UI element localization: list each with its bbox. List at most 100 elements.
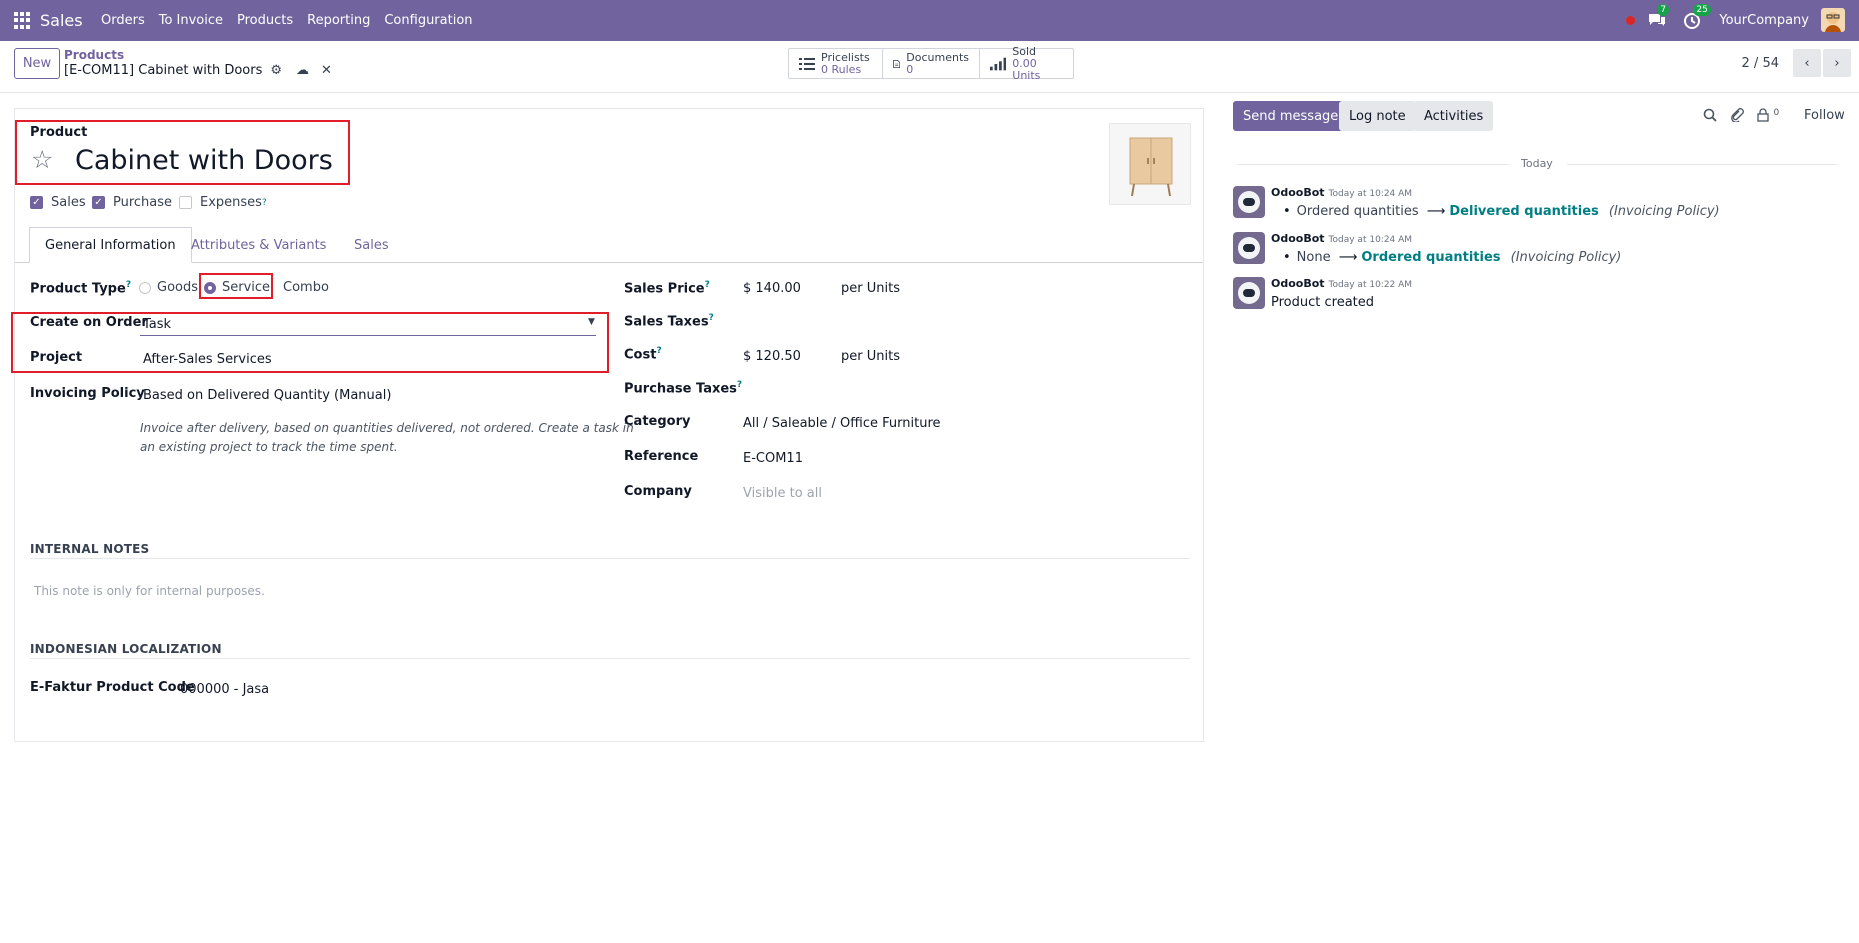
- odoobot-avatar[interactable]: [1233, 186, 1265, 218]
- message-time: Today at 10:24 AM: [1328, 235, 1413, 245]
- help-tooltip-icon[interactable]: ?: [656, 346, 661, 356]
- message-author-name: OdooBot: [1271, 232, 1325, 245]
- main-menu: Orders To Invoice Products Reporting Con…: [94, 13, 480, 28]
- product-image[interactable]: [1109, 123, 1191, 205]
- message-author[interactable]: OdooBot Today at 10:24 AM: [1271, 186, 1412, 199]
- activity-count-badge: 25: [1693, 4, 1711, 16]
- cabinet-image-icon: [1129, 137, 1173, 197]
- tab-attributes-variants[interactable]: Attributes & Variants: [176, 227, 341, 263]
- new-button[interactable]: New: [14, 48, 60, 79]
- radio-service-label: Service: [222, 280, 271, 295]
- radio-goods[interactable]: Goods: [139, 280, 198, 295]
- pricelists-smart-button[interactable]: Pricelists 0 Rules: [789, 49, 883, 78]
- cloud-save-icon[interactable]: ☁: [296, 63, 309, 78]
- search-icon[interactable]: [1703, 108, 1717, 126]
- efaktur-field[interactable]: 000000 - Jasa: [180, 682, 269, 697]
- sold-smart-button[interactable]: Sold 0.00 Units: [980, 44, 1073, 81]
- purchase-taxes-label: Purchase Taxes?: [624, 380, 742, 396]
- tab-general-information[interactable]: General Information: [29, 227, 192, 263]
- activity-clock-icon[interactable]: 25: [1683, 4, 1711, 30]
- odoobot-avatar[interactable]: [1233, 232, 1265, 264]
- pager-previous-button[interactable]: ‹: [1793, 49, 1821, 77]
- menu-to-invoice[interactable]: To Invoice: [152, 13, 230, 28]
- menu-products[interactable]: Products: [230, 13, 300, 28]
- documents-smart-button[interactable]: Documents 0: [883, 49, 980, 78]
- menu-orders[interactable]: Orders: [94, 13, 152, 28]
- message-author[interactable]: OdooBot Today at 10:24 AM: [1271, 232, 1412, 245]
- bar-chart-icon: [990, 57, 1007, 70]
- cost-label-text: Cost: [624, 347, 657, 363]
- reference-field[interactable]: E-COM11: [743, 451, 803, 466]
- project-label: Project: [30, 350, 83, 365]
- discard-icon[interactable]: ✕: [321, 63, 332, 78]
- create-on-order-select[interactable]: Task: [143, 317, 171, 332]
- invoicing-policy-label: Invoicing Policy: [30, 386, 145, 401]
- arrow-right-icon: ⟶: [1426, 204, 1446, 219]
- paperclip-icon[interactable]: [1730, 108, 1744, 126]
- tracking-new-value: Ordered quantities: [1361, 250, 1501, 265]
- message-author-name: OdooBot: [1271, 186, 1325, 199]
- breadcrumb-products[interactable]: Products: [64, 48, 124, 62]
- company-field[interactable]: Visible to all: [743, 486, 822, 501]
- help-tooltip-icon[interactable]: ?: [737, 380, 742, 390]
- app-name[interactable]: Sales: [40, 11, 83, 30]
- category-field[interactable]: All / Saleable / Office Furniture: [743, 416, 941, 431]
- invoicing-help-text-line1: Invoice after delivery, based on quantit…: [140, 421, 634, 435]
- menu-reporting[interactable]: Reporting: [300, 13, 377, 28]
- sold-title: Sold: [1012, 44, 1037, 58]
- message-author-name: OdooBot: [1271, 277, 1325, 290]
- product-name-input[interactable]: Cabinet with Doors: [75, 145, 333, 176]
- record-indicator-icon[interactable]: [1626, 15, 1636, 25]
- message-tracking: • None ⟶ Ordered quantities (Invoicing Pol…: [1271, 250, 1621, 265]
- documents-value: 0: [906, 62, 914, 76]
- log-note-button[interactable]: Log note: [1339, 101, 1416, 131]
- purchase-checkbox-label: Purchase: [113, 195, 173, 210]
- help-tooltip-icon[interactable]: ?: [705, 280, 710, 290]
- sales-taxes-label: Sales Taxes?: [624, 313, 714, 329]
- help-tooltip-icon[interactable]: ?: [126, 280, 131, 290]
- sales-checkbox[interactable]: ✓ Sales: [30, 195, 86, 210]
- chat-icon[interactable]: 7: [1647, 4, 1670, 30]
- invoicing-policy-field[interactable]: Based on Delivered Quantity (Manual): [143, 388, 391, 403]
- pager-next-button[interactable]: ›: [1823, 49, 1851, 77]
- followers-lock-icon[interactable]: 0: [1757, 108, 1779, 126]
- activities-button[interactable]: Activities: [1414, 101, 1494, 131]
- pager-value[interactable]: 2 / 54: [1742, 56, 1779, 71]
- smart-buttons: Pricelists 0 Rules Documents 0 Sold 0.00 Un…: [788, 44, 1074, 81]
- user-avatar[interactable]: [1821, 8, 1845, 32]
- follow-button[interactable]: Follow: [1804, 108, 1845, 123]
- radio-checked-icon: [204, 281, 216, 294]
- category-label: Category: [624, 414, 691, 429]
- tab-sales[interactable]: Sales: [339, 227, 404, 263]
- apps-menu-icon[interactable]: [14, 12, 31, 29]
- help-tooltip-icon[interactable]: ?: [262, 198, 267, 208]
- gear-icon[interactable]: ⚙: [270, 63, 282, 78]
- radio-unchecked-icon: [139, 281, 151, 294]
- project-field[interactable]: After-Sales Services: [143, 352, 272, 367]
- message-author[interactable]: OdooBot Today at 10:22 AM: [1271, 277, 1412, 290]
- reference-label: Reference: [624, 449, 699, 464]
- tracking-field-name: (Invoicing Policy): [1510, 250, 1622, 265]
- company-switcher[interactable]: YourCompany: [1719, 13, 1809, 28]
- help-tooltip-icon[interactable]: ?: [709, 313, 714, 323]
- favorite-star-icon[interactable]: ☆: [31, 145, 53, 174]
- send-message-button[interactable]: Send message: [1233, 101, 1349, 131]
- systray: 7 25 YourCompany: [1626, 4, 1845, 32]
- invoicing-help-text-line2: an existing project to track the time sp…: [140, 440, 398, 454]
- odoobot-avatar[interactable]: [1233, 277, 1265, 309]
- internal-notes-input[interactable]: This note is only for internal purposes.: [34, 584, 265, 598]
- arrow-right-icon: ⟶: [1338, 250, 1358, 265]
- chevron-right-icon: ›: [1834, 55, 1840, 71]
- notebook-tabs: General Information Attributes & Variant…: [15, 227, 1203, 263]
- sales-price-field[interactable]: $ 140.00: [743, 281, 801, 296]
- divider: [30, 558, 1190, 559]
- sales-taxes-label-text: Sales Taxes: [624, 314, 709, 330]
- cost-field[interactable]: $ 120.50: [743, 349, 801, 364]
- radio-service[interactable]: Service: [204, 280, 270, 295]
- dropdown-caret-icon[interactable]: ▼: [588, 317, 595, 327]
- expenses-checkbox[interactable]: Expenses?: [179, 195, 267, 210]
- purchase-checkbox[interactable]: ✓ Purchase: [92, 195, 172, 210]
- radio-combo[interactable]: Combo: [283, 280, 329, 295]
- tracking-old-value: None: [1296, 250, 1331, 265]
- menu-configuration[interactable]: Configuration: [377, 13, 479, 28]
